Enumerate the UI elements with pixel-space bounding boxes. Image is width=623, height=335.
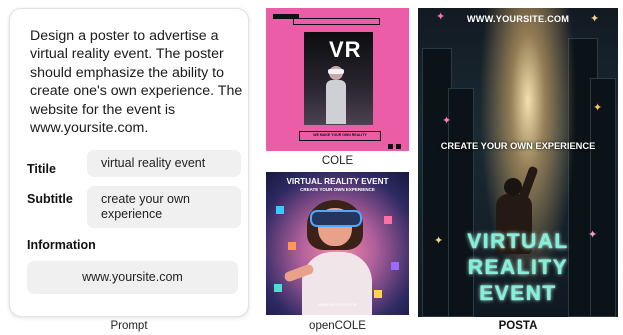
subtitle-label: Subtitle (27, 192, 73, 206)
decor-cube (374, 290, 382, 298)
cole-heading: VR (329, 37, 362, 62)
posta-title-line-2: REALITY (467, 256, 569, 279)
decor-square (396, 144, 401, 149)
information-label: Information (27, 238, 96, 252)
opencole-subtitle: CREATE YOUR OWN EXPERIENCE (300, 187, 375, 192)
prompt-text: Design a poster to advertise a virtual r… (30, 28, 243, 137)
opencole-poster: VIRTUAL REALITY EVENT CREATE YOUR OWN EX… (266, 172, 409, 315)
subtitle-value: create your own experience (87, 186, 241, 228)
decor-cube (274, 284, 282, 292)
title-label: Titile (27, 162, 56, 176)
opencole-url: WWW.YOURSITE.COM (318, 303, 357, 307)
butterfly-icon: ✦ (593, 102, 603, 114)
caption-prompt: Prompt (110, 320, 148, 332)
prompt-card: Design a poster to advertise a virtual r… (9, 8, 249, 317)
caption-cole: COLE (321, 155, 354, 167)
posta-title-line-3: EVENT (479, 282, 557, 305)
cole-tagline: WE MAKE YOUR OWN REALITY (299, 131, 381, 141)
person-figure (326, 80, 346, 124)
decor-cube (391, 262, 399, 270)
title-value: virtual reality event (87, 150, 241, 177)
vr-headset-icon (310, 210, 362, 227)
vr-headset-icon (328, 69, 344, 74)
posta-url: WWW.YOURSITE.COM (466, 14, 570, 24)
caption-posta: POSTA (498, 320, 538, 332)
cole-poster: VR WE MAKE YOUR OWN REALITY (266, 8, 409, 151)
decor-cube (276, 206, 284, 214)
caption-opencole: openCOLE (309, 320, 366, 332)
decor-frame (293, 18, 380, 25)
posta-title-line-1: VIRTUAL (467, 230, 569, 253)
decor-cube (288, 242, 296, 250)
butterfly-icon: ✦ (442, 115, 452, 127)
opencole-title: VIRTUAL REALITY EVENT (286, 177, 389, 186)
person-head (504, 178, 522, 196)
posta-tagline: CREATE YOUR OWN EXPERIENCE (440, 141, 596, 151)
decor-cube (384, 216, 392, 224)
information-value: www.yoursite.com (27, 261, 238, 294)
decor-square (388, 144, 393, 149)
posta-poster: ✦ ✦ ✦ ✦ ✦ ✦ WWW.YOURSITE.COM CREATE YOUR… (418, 8, 618, 317)
